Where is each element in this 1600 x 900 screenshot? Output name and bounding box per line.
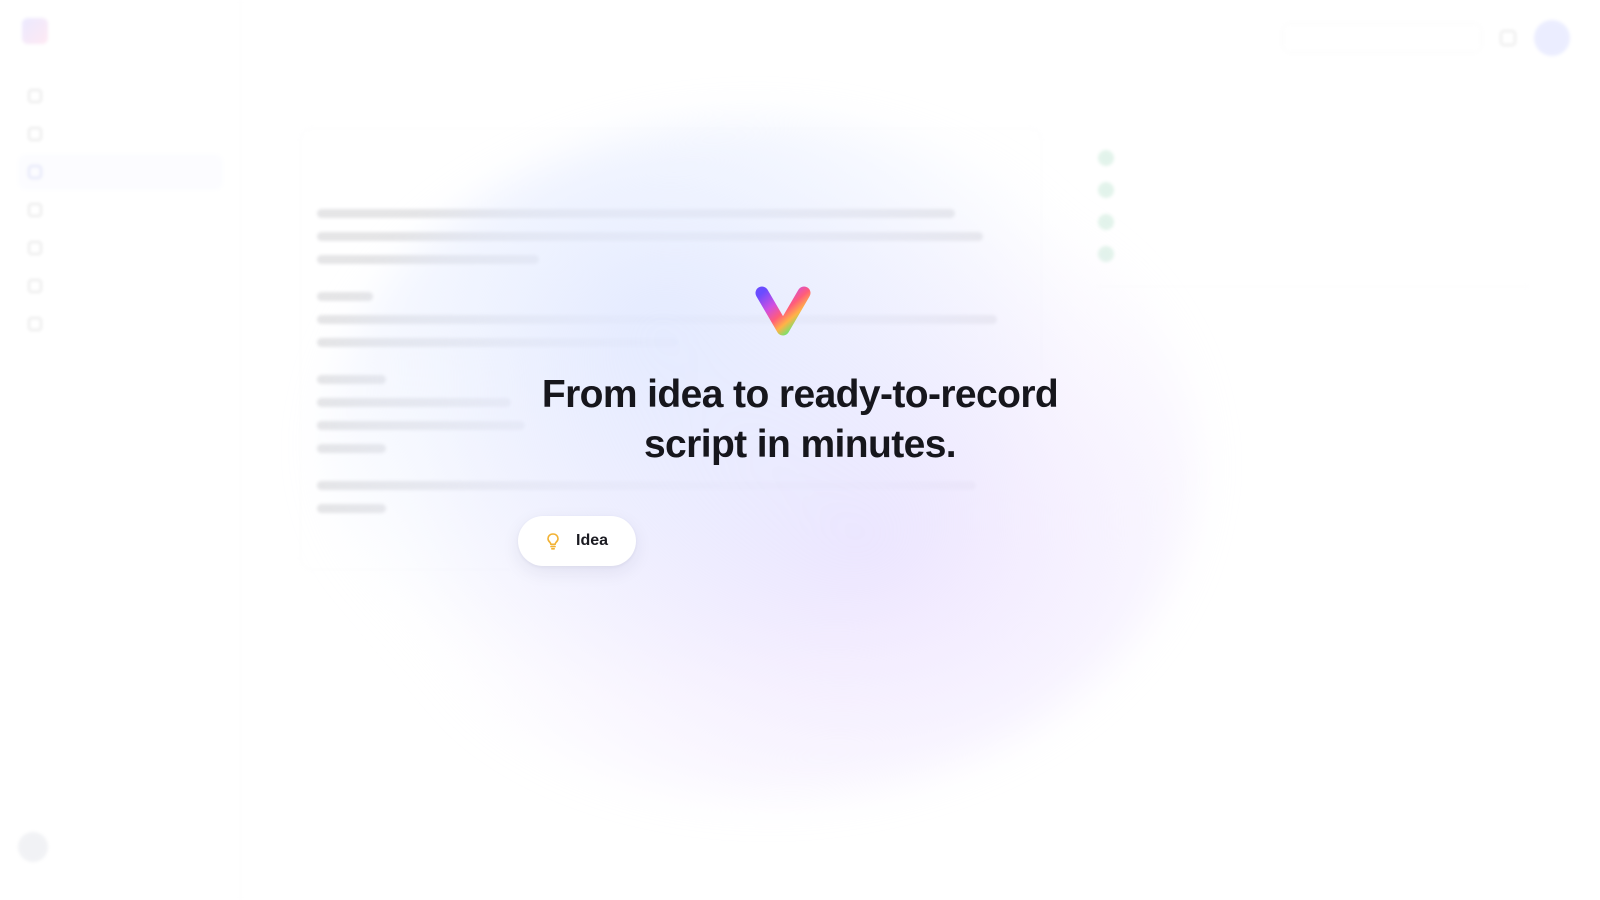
- outline-panel: [1098, 124, 1528, 287]
- idea-chip-label: Idea: [576, 532, 609, 549]
- check-icon: [1098, 214, 1114, 230]
- app-stage: From idea to ready-to-record script in m…: [0, 0, 1600, 900]
- sidebar: [0, 0, 241, 900]
- brand-logo-icon: [22, 18, 48, 44]
- check-icon: [1098, 150, 1114, 166]
- avatar: [18, 832, 48, 862]
- nav-icon: [28, 89, 42, 103]
- divider: [1098, 286, 1528, 287]
- outline-item: [1098, 142, 1528, 174]
- check-icon: [1098, 182, 1114, 198]
- nav-icon: [28, 279, 42, 293]
- user-profile: [18, 832, 60, 862]
- headline-line-1: From idea to ready-to-record: [541, 373, 1059, 416]
- sidebar-item: [18, 78, 223, 114]
- brand: [22, 18, 60, 44]
- sidebar-item: [18, 306, 223, 342]
- outline-item: [1098, 174, 1528, 206]
- outline-item: [1098, 206, 1528, 238]
- header: [278, 16, 1570, 66]
- sidebar-nav: [18, 78, 223, 344]
- sidebar-item-active: [18, 154, 223, 190]
- headline-line-2: script in minutes.: [643, 423, 957, 466]
- nav-icon: [28, 317, 42, 331]
- gradient-v-logo-icon: [755, 286, 811, 336]
- sidebar-item: [18, 268, 223, 304]
- nav-icon: [28, 165, 42, 179]
- sidebar-item: [18, 116, 223, 152]
- sidebar-item: [18, 230, 223, 266]
- avatar: [1534, 20, 1570, 56]
- nav-icon: [28, 127, 42, 141]
- nav-icon: [28, 203, 42, 217]
- outline-item: [1098, 238, 1528, 270]
- sidebar-item: [18, 192, 223, 228]
- hero-headline: From idea to ready-to-record script in m…: [400, 370, 1200, 470]
- search-input: [1282, 23, 1482, 53]
- lightbulb-icon: [547, 533, 559, 550]
- bell-icon: [1500, 30, 1516, 46]
- nav-icon: [28, 241, 42, 255]
- idea-chip[interactable]: Idea: [518, 516, 636, 566]
